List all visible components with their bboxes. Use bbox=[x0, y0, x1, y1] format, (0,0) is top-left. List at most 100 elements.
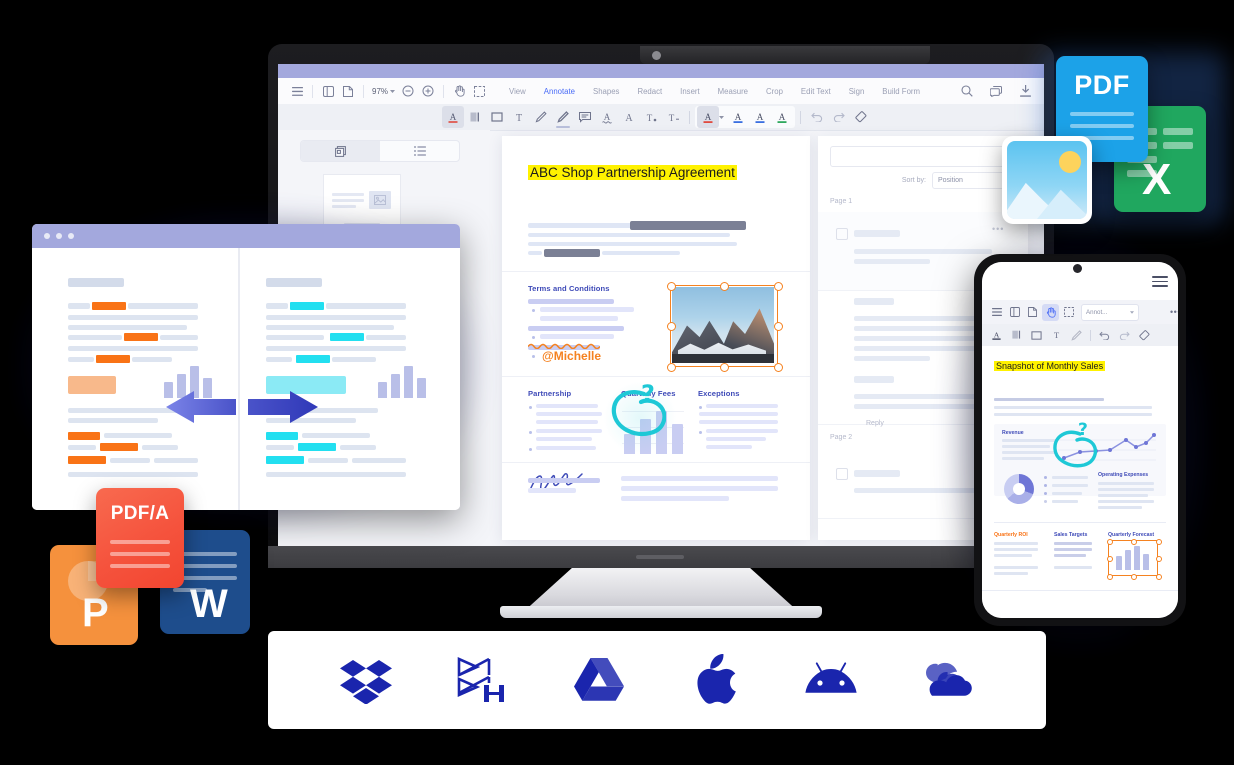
rectangle-icon[interactable] bbox=[1028, 327, 1045, 344]
resize-handle-s[interactable] bbox=[720, 362, 729, 372]
sharepoint-box-icon[interactable] bbox=[452, 653, 512, 707]
phone-hamburger-menu-icon[interactable] bbox=[1152, 276, 1168, 287]
pen-icon[interactable] bbox=[530, 106, 552, 128]
comment-checkbox[interactable] bbox=[836, 468, 848, 480]
apple-icon[interactable] bbox=[685, 653, 745, 707]
text-underline-icon[interactable] bbox=[464, 106, 486, 128]
onedrive-icon[interactable] bbox=[918, 653, 978, 707]
text-highlight-icon[interactable]: A bbox=[442, 106, 464, 128]
undo-icon[interactable] bbox=[1096, 327, 1113, 344]
window-maximize-icon[interactable] bbox=[68, 233, 74, 239]
highlighter-pen-icon[interactable] bbox=[552, 106, 574, 128]
comment-checkbox[interactable] bbox=[836, 228, 848, 240]
zoom-level-control[interactable]: 97% bbox=[369, 87, 398, 96]
redo-icon[interactable] bbox=[1116, 327, 1133, 344]
sidebar-panel-icon[interactable] bbox=[318, 81, 338, 101]
menu-item-build-form[interactable]: Build Form bbox=[873, 87, 929, 96]
phone-circle-annotation bbox=[1053, 430, 1097, 468]
resize-handle-s[interactable] bbox=[1131, 573, 1137, 580]
resize-handle-n[interactable] bbox=[1131, 538, 1137, 545]
page-title: ABC Shop Partnership Agreement bbox=[528, 165, 737, 180]
text-add-icon[interactable]: T bbox=[640, 106, 662, 128]
resize-handle-e[interactable] bbox=[1155, 556, 1162, 562]
highlight-color-green-icon[interactable]: A bbox=[771, 106, 793, 128]
annotation-toolbar: A T A A T T A A A A bbox=[278, 104, 1044, 131]
outline-list-icon[interactable] bbox=[380, 141, 459, 161]
google-drive-icon[interactable] bbox=[569, 653, 629, 707]
pan-hand-icon[interactable] bbox=[1042, 303, 1059, 321]
menu-item-shapes[interactable]: Shapes bbox=[584, 87, 628, 96]
more-options-icon[interactable]: ••• bbox=[1167, 304, 1178, 321]
comment-reply-button[interactable]: Reply bbox=[866, 420, 884, 427]
menu-item-sign[interactable]: Sign bbox=[840, 87, 874, 96]
phone-chart-selection-frame[interactable] bbox=[1106, 538, 1162, 580]
pan-hand-icon[interactable] bbox=[449, 81, 469, 101]
highlighter-pen-icon[interactable] bbox=[1068, 327, 1085, 344]
resize-handle-sw[interactable] bbox=[666, 362, 676, 372]
phone-document[interactable]: Snapshot of Monthly Sales Revenue ? Oper… bbox=[982, 346, 1178, 618]
menu-item-view[interactable]: View bbox=[500, 87, 535, 96]
sidebar-panel-icon[interactable] bbox=[1006, 304, 1023, 321]
rectangle-icon[interactable] bbox=[486, 106, 508, 128]
dropbox-icon[interactable] bbox=[336, 653, 396, 707]
eraser-icon[interactable] bbox=[850, 106, 872, 128]
menu-item-measure[interactable]: Measure bbox=[709, 87, 757, 96]
text-highlight-icon[interactable]: A bbox=[988, 327, 1005, 344]
resize-handle-sw[interactable] bbox=[1106, 573, 1113, 580]
hamburger-menu-icon[interactable] bbox=[287, 81, 307, 101]
compare-left-document[interactable] bbox=[32, 248, 238, 510]
redo-icon[interactable] bbox=[828, 106, 850, 128]
search-icon[interactable] bbox=[957, 81, 977, 101]
select-area-icon[interactable] bbox=[1060, 304, 1077, 321]
strikethrough-icon[interactable]: A bbox=[618, 106, 640, 128]
resize-handle-se[interactable] bbox=[1155, 573, 1162, 580]
squiggly-underline-icon[interactable]: A bbox=[596, 106, 618, 128]
android-icon[interactable] bbox=[801, 653, 861, 707]
undo-icon[interactable] bbox=[806, 106, 828, 128]
resize-handle-e[interactable] bbox=[773, 322, 783, 331]
menu-item-insert[interactable]: Insert bbox=[671, 87, 709, 96]
download-icon[interactable] bbox=[1015, 81, 1035, 101]
font-color-icon[interactable]: A bbox=[697, 106, 719, 128]
menu-item-edit-text[interactable]: Edit Text bbox=[792, 87, 840, 96]
text-box-icon[interactable]: T bbox=[1048, 327, 1065, 344]
comments-search-input[interactable] bbox=[830, 146, 1022, 167]
compare-right-document[interactable] bbox=[240, 248, 460, 510]
thumbnail-view-icon[interactable] bbox=[301, 141, 380, 161]
font-color-dropdown[interactable] bbox=[719, 115, 727, 119]
resize-handle-se[interactable] bbox=[773, 362, 783, 372]
page-view-icon[interactable] bbox=[338, 81, 358, 101]
zoom-in-icon[interactable] bbox=[418, 81, 438, 101]
image-selection-frame[interactable] bbox=[666, 281, 783, 372]
resize-handle-nw[interactable] bbox=[666, 281, 676, 291]
eraser-icon[interactable] bbox=[1136, 327, 1153, 344]
menu-item-crop[interactable]: Crop bbox=[757, 87, 792, 96]
resize-handle-n[interactable] bbox=[720, 281, 729, 291]
document-page[interactable]: ABC Shop Partnership Agreement Terms and… bbox=[502, 136, 810, 540]
text-box-icon[interactable]: T bbox=[508, 106, 530, 128]
menu-item-annotate[interactable]: Annotate bbox=[535, 87, 584, 96]
svg-text:A: A bbox=[779, 112, 786, 122]
hamburger-menu-icon[interactable] bbox=[988, 304, 1005, 321]
file-badge-image bbox=[1002, 136, 1092, 224]
annotation-toolbar-divider-2 bbox=[800, 110, 801, 124]
resize-handle-nw[interactable] bbox=[1106, 538, 1113, 545]
text-underline-icon[interactable] bbox=[1008, 327, 1025, 344]
text-replace-icon[interactable]: T bbox=[662, 106, 684, 128]
page-view-icon[interactable] bbox=[1024, 304, 1041, 321]
sticky-note-icon[interactable] bbox=[574, 106, 596, 128]
compare-window[interactable] bbox=[32, 224, 460, 510]
window-minimize-icon[interactable] bbox=[56, 233, 62, 239]
highlight-color-icon[interactable]: A bbox=[749, 106, 771, 128]
zoom-out-icon[interactable] bbox=[398, 81, 418, 101]
window-close-icon[interactable] bbox=[44, 233, 50, 239]
select-area-icon[interactable] bbox=[469, 81, 489, 101]
resize-handle-w[interactable] bbox=[1106, 556, 1113, 562]
phone-mode-select[interactable]: Annot... bbox=[1081, 303, 1139, 321]
resize-handle-ne[interactable] bbox=[773, 281, 783, 291]
menu-item-redact[interactable]: Redact bbox=[628, 87, 671, 96]
comment-icon[interactable] bbox=[986, 81, 1006, 101]
underline-color-icon[interactable]: A bbox=[727, 106, 749, 128]
resize-handle-w[interactable] bbox=[666, 322, 676, 331]
resize-handle-ne[interactable] bbox=[1155, 538, 1162, 545]
